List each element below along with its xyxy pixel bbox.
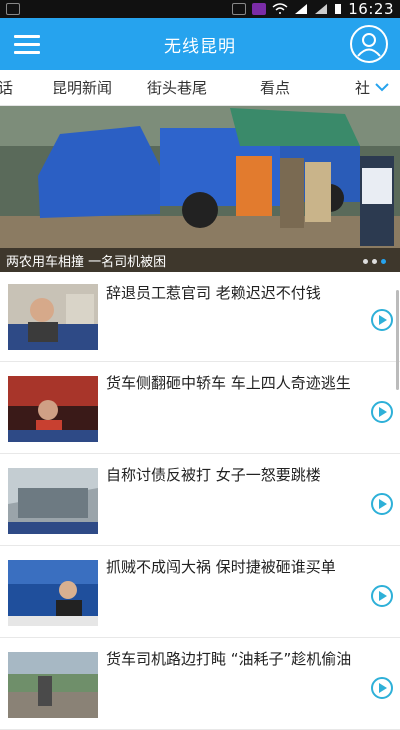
news-item[interactable]: 自称讨债反被打 女子一怒要跳楼 [0,456,400,546]
news-item[interactable]: 辞退员工惹官司 老赖迟迟不付钱 [0,272,400,362]
battery-icon [335,4,342,14]
wifi-icon [272,3,288,14]
app-notification-icon [252,3,267,15]
news-title: 货车侧翻砸中轿车 车上四人奇迹逃生 [106,374,351,392]
news-item[interactable]: 货车司机路边打盹 “油耗子”趁机偷油 [0,640,400,730]
signal-icon [295,4,308,14]
news-title: 抓贼不成闯大祸 保时捷被砸谁买单 [106,558,336,576]
notification-icon [6,3,20,15]
news-thumbnail [8,560,98,626]
tab-kunming-news[interactable]: 昆明新闻 [52,77,112,98]
news-title: 自称讨债反被打 女子一怒要跳楼 [106,466,321,484]
clock: 16:23 [348,0,394,18]
play-icon[interactable] [370,308,394,332]
news-thumbnail [8,652,98,718]
slide-dot [363,259,368,264]
signal-2-icon [315,4,328,14]
chevron-down-icon[interactable] [372,76,392,96]
status-left [6,3,20,15]
status-bar: 16:23 [0,0,400,18]
hamburger-menu-icon[interactable] [14,33,42,55]
slide-dot-active [381,259,386,264]
news-thumbnail [8,376,98,442]
hero-caption: 两农用车相撞 一名司机被困 [0,248,400,272]
play-icon[interactable] [370,400,394,424]
tab-prev[interactable]: 话 [0,77,13,98]
category-tab-bar: 话 昆明新闻 街头巷尾 看点 社 [0,70,400,106]
news-item[interactable]: 货车侧翻砸中轿车 车上四人奇迹逃生 [0,364,400,454]
news-title: 货车司机路边打盹 “油耗子”趁机偷油 [106,650,352,668]
tab-highlights[interactable]: 看点 [260,77,290,98]
app-title: 无线昆明 [164,36,236,57]
tab-street[interactable]: 街头巷尾 [147,77,207,98]
play-icon[interactable] [370,584,394,608]
app-bar: 无线昆明 [0,18,400,70]
hero-slide[interactable]: 两农用车相撞 一名司机被困 [0,106,400,272]
slide-dot [372,259,377,264]
user-profile-icon[interactable] [350,25,388,63]
tab-society[interactable]: 社 [355,77,370,98]
news-thumbnail [8,284,98,350]
image-notification-icon [232,3,247,15]
scrollbar[interactable] [396,290,399,390]
news-thumbnail [8,468,98,534]
play-icon[interactable] [370,492,394,516]
status-right: 16:23 [232,0,394,18]
news-item[interactable]: 抓贼不成闯大祸 保时捷被砸谁买单 [0,548,400,638]
news-title: 辞退员工惹官司 老赖迟迟不付钱 [106,284,321,302]
slide-indicator [363,259,386,264]
play-icon[interactable] [370,676,394,700]
